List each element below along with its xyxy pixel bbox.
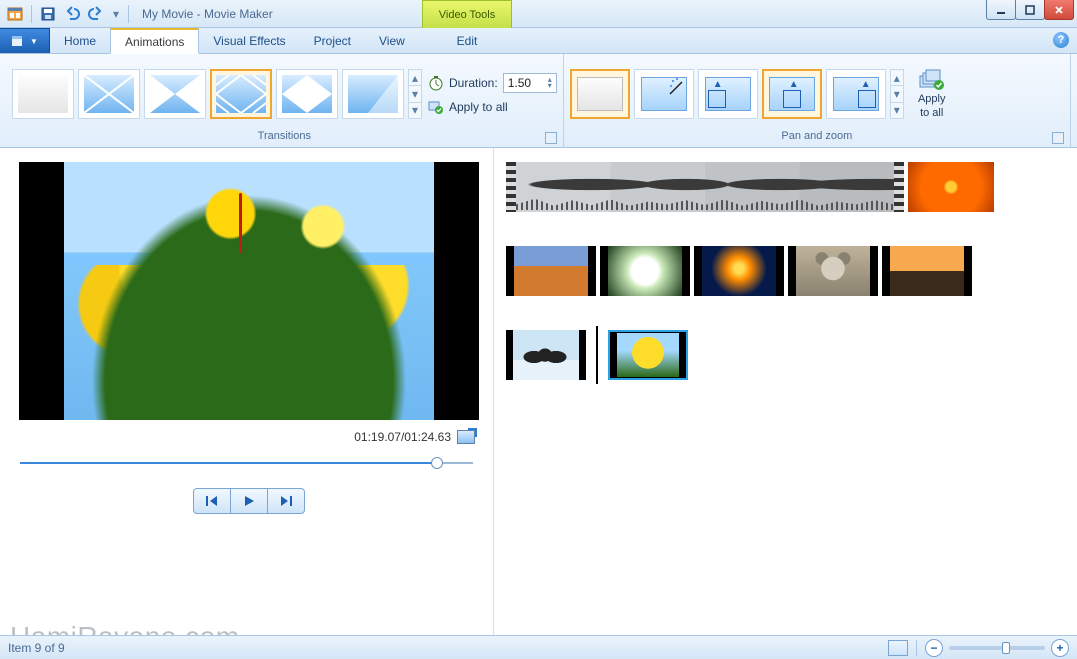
clip-chrysanthemum[interactable] bbox=[908, 162, 994, 212]
preview-timecode: 01:19.07/01:24.63 bbox=[354, 430, 451, 444]
qat-customize-icon[interactable]: ▾ bbox=[109, 3, 123, 25]
gallery-down-icon[interactable]: ▾ bbox=[409, 86, 421, 102]
app-icon[interactable] bbox=[4, 3, 26, 25]
playback-controls bbox=[16, 488, 481, 514]
tab-view[interactable]: View bbox=[365, 28, 419, 53]
clip-jellyfish[interactable] bbox=[694, 246, 784, 296]
window-title: My Movie - Movie Maker bbox=[142, 7, 273, 21]
panzoom-apply-all[interactable]: Apply to all bbox=[910, 69, 954, 119]
transitions-apply-all[interactable]: Apply to all bbox=[428, 99, 557, 115]
storyboard-row-3 bbox=[506, 330, 1065, 380]
zoom-in-button[interactable]: + bbox=[1051, 639, 1069, 657]
gallery-up-icon[interactable]: ▴ bbox=[409, 70, 421, 86]
filmstrip-edge-icon bbox=[894, 162, 904, 212]
playhead-marker[interactable] bbox=[586, 330, 608, 380]
tab-animations[interactable]: Animations bbox=[110, 28, 199, 54]
panzoom-auto[interactable] bbox=[634, 69, 694, 119]
close-button[interactable] bbox=[1044, 0, 1074, 20]
transition-diamond[interactable] bbox=[210, 69, 272, 119]
play-button[interactable] bbox=[230, 488, 268, 514]
minimize-button[interactable] bbox=[986, 0, 1016, 20]
storyboard-pane[interactable] bbox=[494, 148, 1077, 635]
group-label-panzoom: Pan and zoom bbox=[781, 130, 852, 142]
workspace: 01:19.07/01:24.63 bbox=[0, 148, 1077, 635]
zoom-control: − + bbox=[925, 639, 1069, 657]
status-item-count: Item 9 of 9 bbox=[8, 641, 65, 655]
transition-crossfade[interactable] bbox=[78, 69, 140, 119]
panzoom-launcher[interactable] bbox=[1052, 132, 1064, 144]
transition-options: Duration: 1.50 ▴▾ Apply to all bbox=[428, 73, 557, 115]
zoom-slider[interactable] bbox=[949, 646, 1045, 650]
title-bar: ▾ My Movie - Movie Maker Video Tools bbox=[0, 0, 1077, 28]
preview-frame-image bbox=[64, 162, 434, 420]
transitions-gallery-scroll[interactable]: ▴ ▾ ▾ bbox=[408, 69, 422, 119]
panzoom-gallery-scroll[interactable]: ▴ ▾ ▾ bbox=[890, 69, 904, 119]
panzoom-gallery: ▲ ▲ ▲ ▴ ▾ ▾ bbox=[570, 69, 904, 119]
context-tab-group-label: Video Tools bbox=[439, 9, 495, 21]
group-pan-zoom: ▲ ▲ ▲ ▴ ▾ ▾ Apply to all Pan and zoom bbox=[564, 54, 1071, 147]
group-transitions: ▴ ▾ ▾ Duration: 1.50 ▴▾ Apply to all bbox=[6, 54, 564, 147]
status-bar: Item 9 of 9 − + bbox=[0, 635, 1077, 659]
zoom-out-button[interactable]: − bbox=[925, 639, 943, 657]
transition-diagonal-in[interactable] bbox=[144, 69, 206, 119]
ribbon: ▴ ▾ ▾ Duration: 1.50 ▴▾ Apply to all bbox=[0, 54, 1077, 148]
group-label-transitions: Transitions bbox=[258, 130, 311, 142]
next-frame-button[interactable] bbox=[267, 488, 305, 514]
transitions-gallery: ▴ ▾ ▾ bbox=[12, 69, 422, 119]
panzoom-in-right[interactable]: ▲ bbox=[826, 69, 886, 119]
gallery-more-icon[interactable]: ▾ bbox=[409, 103, 421, 118]
transition-none[interactable] bbox=[12, 69, 74, 119]
maximize-button[interactable] bbox=[1015, 0, 1045, 20]
gallery-down-icon[interactable]: ▾ bbox=[891, 86, 903, 102]
transition-diagonal-out[interactable] bbox=[276, 69, 338, 119]
filmstrip-edge-icon bbox=[506, 162, 516, 212]
transition-wipe[interactable] bbox=[342, 69, 404, 119]
clip-wildlife-video[interactable] bbox=[516, 162, 894, 212]
apply-all-stack-icon bbox=[919, 69, 945, 91]
preview-pane: 01:19.07/01:24.63 bbox=[0, 148, 494, 635]
save-icon[interactable] bbox=[37, 3, 59, 25]
file-menu-button[interactable]: ▼ bbox=[0, 28, 50, 53]
thumbnail-view-button[interactable] bbox=[888, 640, 908, 656]
redo-icon[interactable] bbox=[85, 3, 107, 25]
panzoom-none[interactable] bbox=[570, 69, 630, 119]
contextual-tab-header: Video Tools bbox=[422, 0, 512, 28]
tab-project[interactable]: Project bbox=[300, 28, 365, 53]
clip-hydrangeas[interactable] bbox=[600, 246, 690, 296]
help-icon[interactable]: ? bbox=[1053, 32, 1069, 48]
panzoom-in-center[interactable]: ▲ bbox=[762, 69, 822, 119]
duration-label: Duration: bbox=[449, 76, 498, 90]
gallery-more-icon[interactable]: ▾ bbox=[891, 103, 903, 118]
tab-home[interactable]: Home bbox=[50, 28, 110, 53]
preview-player[interactable] bbox=[19, 162, 479, 420]
window-controls bbox=[987, 0, 1074, 20]
panzoom-in-left[interactable]: ▲ bbox=[698, 69, 758, 119]
fullscreen-icon[interactable] bbox=[457, 430, 475, 444]
storyboard-row-2 bbox=[506, 246, 1065, 296]
clip-tulips-selected[interactable] bbox=[608, 330, 688, 380]
clip-lighthouse[interactable] bbox=[882, 246, 972, 296]
storyboard-row-1 bbox=[506, 162, 1065, 212]
transitions-launcher[interactable] bbox=[545, 132, 557, 144]
prev-frame-button[interactable] bbox=[193, 488, 231, 514]
undo-icon[interactable] bbox=[61, 3, 83, 25]
gallery-up-icon[interactable]: ▴ bbox=[891, 70, 903, 86]
seek-slider[interactable] bbox=[20, 456, 473, 470]
tab-edit[interactable]: Edit bbox=[422, 28, 512, 54]
ribbon-tab-bar: ▼ Home Animations Visual Effects Project… bbox=[0, 28, 1077, 54]
clip-koala[interactable] bbox=[788, 246, 878, 296]
duration-input[interactable]: 1.50 ▴▾ bbox=[503, 73, 557, 93]
tab-visual-effects[interactable]: Visual Effects bbox=[199, 28, 299, 53]
duration-icon bbox=[428, 75, 444, 91]
clip-penguins[interactable] bbox=[506, 330, 586, 380]
quick-access-toolbar: ▾ bbox=[4, 3, 132, 25]
apply-all-icon bbox=[428, 99, 444, 115]
clip-desert[interactable] bbox=[506, 246, 596, 296]
